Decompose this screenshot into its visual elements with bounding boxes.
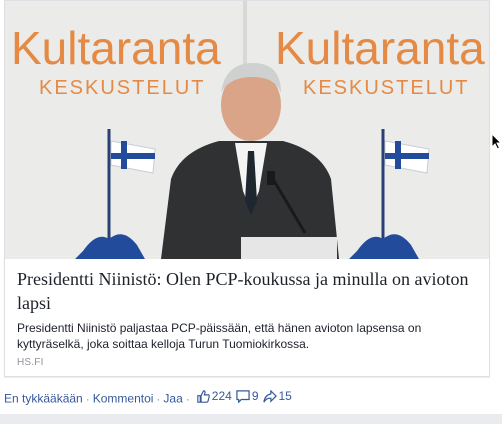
- article-source: HS.FI: [17, 357, 44, 368]
- comment-link[interactable]: Kommentoi: [93, 392, 154, 406]
- banner-subtitle-right: KESKUSTELUT: [303, 77, 469, 99]
- article-headline[interactable]: Presidentti Niinistö: Olen PCP-koukussa …: [17, 267, 479, 315]
- separator-dot: ·: [85, 391, 90, 406]
- share-icon: [262, 389, 277, 403]
- article-description: Presidentti Niinistö paljastaa PCP-päiss…: [17, 321, 422, 351]
- comment-count[interactable]: 9: [232, 389, 259, 403]
- separator-dot: ·: [185, 391, 190, 406]
- banner-title-left: Kultaranta: [11, 22, 221, 74]
- banner-subtitle-left: KESKUSTELUT: [39, 77, 205, 99]
- comment-count-value: 9: [251, 389, 259, 403]
- comment-icon: [236, 389, 250, 403]
- like-count-value: 224: [211, 389, 232, 403]
- link-preview-card[interactable]: Kultaranta KESKUSTELUT Kultaranta KESKUS…: [4, 0, 490, 377]
- article-photo[interactable]: Kultaranta KESKUSTELUT Kultaranta KESKUS…: [5, 1, 489, 259]
- share-count[interactable]: 15: [259, 389, 292, 403]
- mouse-cursor-icon: [491, 133, 502, 150]
- post-actions-bar: En tykkääkään · Kommentoi · Jaa · 224 9 15: [4, 389, 498, 406]
- share-link[interactable]: Jaa: [163, 392, 182, 406]
- banner-title-right: Kultaranta: [275, 22, 485, 74]
- like-count[interactable]: 224: [193, 389, 232, 403]
- separator-dot: ·: [156, 391, 161, 406]
- thumbs-up-icon: [197, 389, 210, 403]
- share-count-value: 15: [278, 389, 292, 403]
- unlike-link[interactable]: En tykkääkään: [4, 392, 83, 406]
- feed-background-strip: [0, 414, 502, 424]
